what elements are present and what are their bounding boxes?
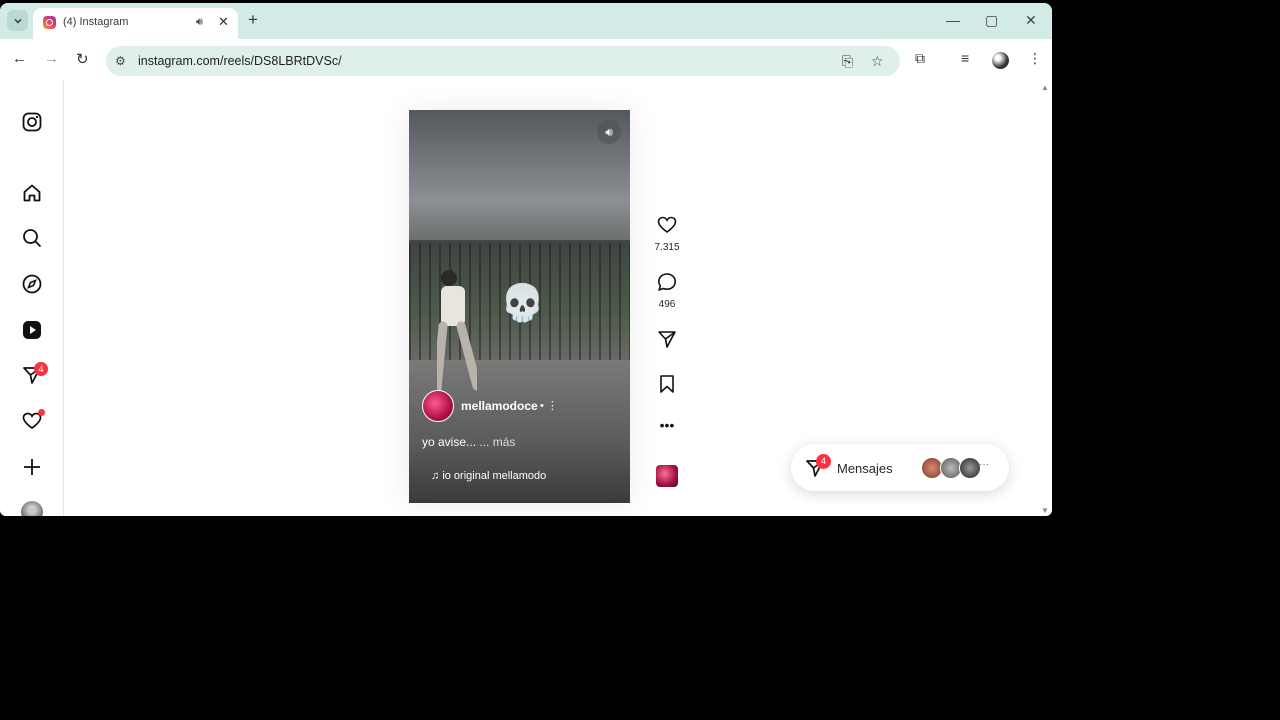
media-control-icon[interactable]: ≡ (961, 50, 969, 66)
reels-icon[interactable] (21, 319, 43, 341)
notification-dot (38, 409, 45, 416)
speaker-icon[interactable]: 🔊︎ (196, 16, 203, 29)
skull-sticker: 💀 (500, 282, 545, 323)
avatar-icon[interactable] (21, 501, 43, 516)
sidebar: 4 (0, 79, 64, 516)
more-contacts: ··· (979, 459, 989, 470)
address-bar[interactable]: ⚙︎ instagram.com/reels/DS8LBRtDVSc/ ⎘ ☆ (106, 46, 900, 76)
reel-caption: yo avise... ... más (422, 435, 515, 449)
forward-icon[interactable]: → (44, 50, 59, 67)
reel-caption-text: yo avise... (422, 435, 477, 449)
new-tab-button[interactable]: + (248, 10, 258, 30)
reload-icon[interactable]: ↻ (76, 50, 89, 68)
search-icon[interactable] (21, 227, 43, 249)
compass-icon[interactable] (21, 273, 43, 295)
bookmark-icon[interactable] (656, 374, 678, 394)
menu-kebab-icon[interactable]: ⋮ (1028, 50, 1042, 67)
reel-audio-label[interactable]: ♫ io original mellamodo (431, 470, 546, 482)
site-info-icon[interactable]: ⚙︎ (115, 54, 126, 68)
close-tab-icon[interactable]: ✕ (218, 14, 229, 30)
browser-toolbar: ← → ↻ ⚙︎ instagram.com/reels/DS8LBRtDVSc… (0, 39, 1052, 79)
reel-video[interactable]: 🔊︎ 💀 mellamodoce • ⋮ yo avise... ... más… (409, 110, 630, 503)
minimize-icon[interactable]: — (946, 12, 960, 28)
extensions-icon[interactable]: ⧉ (915, 50, 925, 67)
like-action[interactable]: 7.315 (650, 215, 684, 253)
heart-icon[interactable] (656, 215, 678, 235)
url-text[interactable]: instagram.com/reels/DS8LBRtDVSc/ (138, 54, 342, 68)
more-options-icon[interactable]: ••• (650, 417, 684, 433)
browser-window: (4) Instagram 🔊︎ ✕ + — ▢ ✕ ← → ↻ ⚙︎ inst… (0, 3, 1052, 516)
chevron-down-icon (13, 18, 22, 24)
comment-icon[interactable] (656, 272, 678, 292)
tab-title: (4) Instagram (63, 16, 129, 28)
instagram-icon[interactable] (21, 111, 43, 133)
instagram-favicon-icon (43, 16, 56, 29)
messages-button[interactable]: 4 Mensajes ··· (791, 444, 1009, 491)
reel-person (437, 270, 477, 393)
reel-username[interactable]: mellamodoce (461, 399, 538, 413)
messages-pill-badge: 4 (816, 454, 831, 469)
plus-icon[interactable] (21, 456, 43, 478)
scroll-down-arrow-icon[interactable]: ▼ (1041, 506, 1049, 515)
install-app-icon[interactable]: ⎘ (842, 53, 853, 70)
tab-strip: (4) Instagram 🔊︎ ✕ + — ▢ ✕ (0, 3, 1052, 39)
comment-action[interactable]: 496 (650, 272, 684, 310)
scroll-up-arrow-icon[interactable]: ▲ (1041, 83, 1049, 92)
comments-count: 496 (658, 299, 676, 310)
profile-avatar-icon[interactable] (992, 52, 1009, 69)
tab-search-button[interactable] (7, 10, 28, 31)
reel-author-avatar[interactable] (422, 390, 454, 422)
home-icon[interactable] (21, 182, 43, 204)
bookmark-star-icon[interactable]: ☆ (871, 53, 884, 70)
music-note-icon: ♫ (431, 470, 440, 482)
audio-thumbnail[interactable] (656, 465, 678, 487)
instagram-page: 4 🔊︎ 💀 mellamodoce • ⋮ yo avise... ... m… (0, 79, 1040, 516)
contact-avatar (959, 457, 981, 479)
share-action[interactable] (650, 329, 684, 354)
save-action[interactable] (650, 374, 684, 399)
tab-instagram[interactable]: (4) Instagram 🔊︎ ✕ (33, 8, 238, 39)
reel-more-link[interactable]: ... más (479, 435, 515, 449)
reel-audio-text: io original mellamodo (442, 470, 547, 482)
separator-dot: • ⋮ (540, 400, 558, 412)
send-icon[interactable] (656, 329, 678, 349)
close-window-icon[interactable]: ✕ (1025, 12, 1037, 29)
maximize-icon[interactable]: ▢ (985, 12, 998, 29)
messages-label: Mensajes (837, 461, 893, 476)
likes-count: 7.315 (654, 242, 680, 253)
messages-badge: 4 (34, 362, 48, 376)
volume-icon[interactable]: 🔊︎ (597, 120, 621, 144)
back-icon[interactable]: ← (12, 50, 27, 67)
